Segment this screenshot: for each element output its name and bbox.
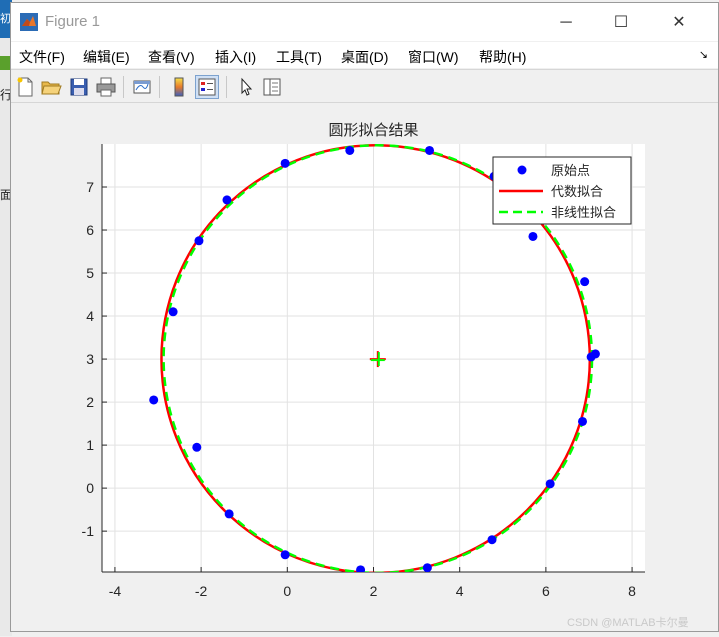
data-point bbox=[356, 565, 366, 572]
x-tick-label: 2 bbox=[370, 583, 378, 599]
data-point bbox=[345, 145, 355, 155]
legend-label: 非线性拟合 bbox=[551, 206, 616, 221]
y-tick-label: 5 bbox=[86, 265, 94, 281]
data-point bbox=[149, 395, 159, 405]
data-point bbox=[590, 349, 600, 359]
y-tick-label: 3 bbox=[86, 351, 94, 367]
data-point bbox=[487, 535, 497, 545]
y-tick-label: 2 bbox=[86, 394, 94, 410]
circle-fit-chart[interactable]: -4 -2 0 2 4 6 8 -1 0 1 2 3 4 5 6 7 圆形拟合结果原始点代数拟合非线性拟合 bbox=[1, 1, 719, 637]
x-tick-label: -2 bbox=[195, 583, 208, 599]
y-tick-label: 1 bbox=[86, 437, 94, 453]
data-point bbox=[578, 416, 588, 426]
data-point bbox=[280, 158, 290, 168]
y-tick-label: 6 bbox=[86, 222, 94, 238]
chart-title: 圆形拟合结果 bbox=[328, 121, 418, 139]
y-tick-label: 0 bbox=[86, 480, 94, 496]
data-point bbox=[194, 236, 204, 246]
data-point bbox=[224, 509, 234, 519]
data-point bbox=[528, 231, 538, 241]
y-tick-label: 7 bbox=[86, 179, 94, 195]
data-point bbox=[545, 479, 555, 489]
legend-label: 原始点 bbox=[551, 164, 590, 179]
data-point bbox=[168, 307, 178, 317]
data-point bbox=[280, 550, 290, 560]
figure-window: Figure 1 ─ ☐ ✕ 文件(F) 编辑(E) 查看(V) 插入(I) 工… bbox=[10, 2, 719, 632]
data-point bbox=[192, 442, 202, 452]
y-tick-label: -1 bbox=[82, 523, 95, 539]
y-tick-label: 4 bbox=[86, 308, 94, 324]
x-tick-label: 6 bbox=[542, 583, 550, 599]
figure-canvas: -4 -2 0 2 4 6 8 -1 0 1 2 3 4 5 6 7 圆形拟合结果原始点代数拟合非线性拟合 bbox=[11, 103, 718, 631]
data-point bbox=[222, 195, 232, 205]
legend-label: 代数拟合 bbox=[551, 185, 603, 200]
legend: 原始点代数拟合非线性拟合 bbox=[492, 156, 632, 225]
x-tick-label: 0 bbox=[283, 583, 291, 599]
x-tick-label: 8 bbox=[628, 583, 636, 599]
x-tick-label: 4 bbox=[456, 583, 464, 599]
data-point bbox=[422, 563, 432, 572]
data-point bbox=[580, 277, 590, 287]
legend-point-marker bbox=[517, 165, 527, 175]
x-tick-label: -4 bbox=[109, 583, 122, 599]
watermark: CSDN @MATLAB卡尔曼 bbox=[567, 617, 689, 629]
data-point bbox=[425, 145, 435, 155]
